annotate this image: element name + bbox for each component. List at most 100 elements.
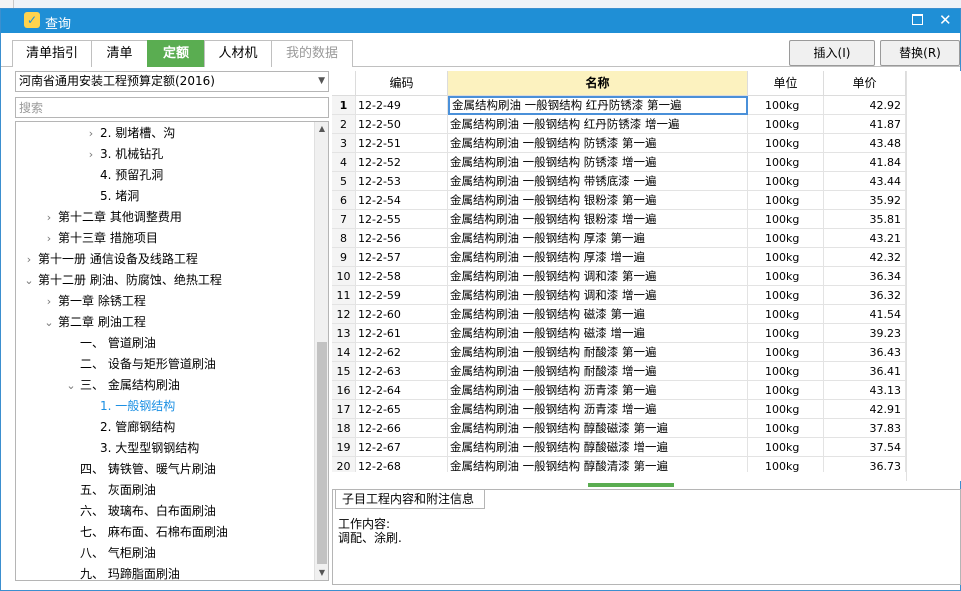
table-row[interactable]: 4 12-2-52 金属结构刷油 一般钢结构 防锈漆 增一遍 100kg 41.84 — [332, 153, 906, 172]
cell-unit[interactable]: 100kg — [748, 172, 824, 191]
chevron-down-icon[interactable]: ▼ — [318, 72, 325, 91]
cell-name[interactable]: 金属结构刷油 一般钢结构 醇酸磁漆 第一遍 — [448, 419, 748, 438]
cell-code[interactable]: 12-2-53 — [356, 172, 448, 191]
scroll-thumb[interactable] — [317, 342, 327, 564]
tree-item[interactable]: › 3. 机械钻孔 — [16, 144, 312, 165]
cell-code[interactable]: 12-2-51 — [356, 134, 448, 153]
cell-unit[interactable]: 100kg — [748, 267, 824, 286]
row-number[interactable]: 1 — [332, 96, 356, 115]
row-number[interactable]: 8 — [332, 229, 356, 248]
table-row[interactable]: 10 12-2-58 金属结构刷油 一般钢结构 调和漆 第一遍 100kg 36.34 — [332, 267, 906, 286]
cell-name[interactable]: 金属结构刷油 一般钢结构 防锈漆 第一遍 — [448, 134, 748, 153]
row-number[interactable]: 18 — [332, 419, 356, 438]
tab-my-data[interactable]: 我的数据 — [271, 40, 353, 67]
cell-name[interactable]: 金属结构刷油 一般钢结构 沥青漆 增一遍 — [448, 400, 748, 419]
cell-price[interactable]: 39.23 — [824, 324, 906, 343]
row-number[interactable]: 10 — [332, 267, 356, 286]
cell-name[interactable]: 金属结构刷油 一般钢结构 厚漆 增一遍 — [448, 248, 748, 267]
cell-price[interactable]: 35.81 — [824, 210, 906, 229]
close-icon[interactable]: ✕ — [939, 10, 952, 30]
table-row[interactable]: 13 12-2-61 金属结构刷油 一般钢结构 磁漆 增一遍 100kg 39.23 — [332, 324, 906, 343]
cell-price[interactable]: 36.34 — [824, 267, 906, 286]
cell-code[interactable]: 12-2-62 — [356, 343, 448, 362]
table-row[interactable]: 1 12-2-49 金属结构刷油 一般钢结构 红丹防锈漆 第一遍 100kg 42.92 — [332, 96, 906, 115]
cell-price[interactable]: 36.43 — [824, 343, 906, 362]
row-number[interactable]: 3 — [332, 134, 356, 153]
cell-unit[interactable]: 100kg — [748, 400, 824, 419]
cell-price[interactable]: 36.73 — [824, 457, 906, 472]
cell-price[interactable]: 41.54 — [824, 305, 906, 324]
cell-name[interactable]: 金属结构刷油 一般钢结构 红丹防锈漆 增一遍 — [448, 115, 748, 134]
tab-bill-guide[interactable]: 清单指引 — [12, 40, 92, 67]
tree-item[interactable]: › 第十三章 措施项目 — [16, 228, 312, 249]
cell-unit[interactable]: 100kg — [748, 286, 824, 305]
table-row[interactable]: 15 12-2-63 金属结构刷油 一般钢结构 耐酸漆 增一遍 100kg 36.41 — [332, 362, 906, 381]
chevron-right-icon[interactable]: › — [86, 144, 96, 165]
tab-labor-material-machine[interactable]: 人材机 — [204, 40, 272, 67]
cell-unit[interactable]: 100kg — [748, 305, 824, 324]
cell-code[interactable]: 12-2-68 — [356, 457, 448, 472]
tree-scrollbar[interactable]: ▲ ▼ — [314, 122, 328, 580]
table-row[interactable]: 20 12-2-68 金属结构刷油 一般钢结构 醇酸清漆 第一遍 100kg 36.73 — [332, 457, 906, 472]
tree-item[interactable]: 五、 灰面刷油 — [16, 480, 312, 501]
row-number[interactable]: 14 — [332, 343, 356, 362]
cell-code[interactable]: 12-2-50 — [356, 115, 448, 134]
cell-code[interactable]: 12-2-64 — [356, 381, 448, 400]
row-number[interactable]: 15 — [332, 362, 356, 381]
table-row[interactable]: 9 12-2-57 金属结构刷油 一般钢结构 厚漆 增一遍 100kg 42.32 — [332, 248, 906, 267]
cell-code[interactable]: 12-2-54 — [356, 191, 448, 210]
cell-name[interactable]: 金属结构刷油 一般钢结构 耐酸漆 增一遍 — [448, 362, 748, 381]
table-row[interactable]: 18 12-2-66 金属结构刷油 一般钢结构 醇酸磁漆 第一遍 100kg 37.83 — [332, 419, 906, 438]
search-input[interactable] — [15, 97, 329, 118]
row-number[interactable]: 11 — [332, 286, 356, 305]
cell-name[interactable]: 金属结构刷油 一般钢结构 厚漆 第一遍 — [448, 229, 748, 248]
cell-price[interactable]: 42.91 — [824, 400, 906, 419]
cell-code[interactable]: 12-2-67 — [356, 438, 448, 457]
tree-item[interactable]: › 第十二章 其他调整费用 — [16, 207, 312, 228]
tree-item[interactable]: 七、 麻布面、石棉布面刷油 — [16, 522, 312, 543]
cell-code[interactable]: 12-2-65 — [356, 400, 448, 419]
table-row[interactable]: 14 12-2-62 金属结构刷油 一般钢结构 耐酸漆 第一遍 100kg 36.43 — [332, 343, 906, 362]
cell-unit[interactable]: 100kg — [748, 381, 824, 400]
table-row[interactable]: 8 12-2-56 金属结构刷油 一般钢结构 厚漆 第一遍 100kg 43.21 — [332, 229, 906, 248]
tree-item[interactable]: › 2. 剔堵槽、沟 — [16, 123, 312, 144]
cell-code[interactable]: 12-2-63 — [356, 362, 448, 381]
cell-code[interactable]: 12-2-56 — [356, 229, 448, 248]
cell-code[interactable]: 12-2-58 — [356, 267, 448, 286]
cell-code[interactable]: 12-2-55 — [356, 210, 448, 229]
tree-item[interactable]: 1. 一般钢结构 — [16, 396, 312, 417]
cell-price[interactable]: 37.54 — [824, 438, 906, 457]
cell-price[interactable]: 43.48 — [824, 134, 906, 153]
row-number[interactable]: 7 — [332, 210, 356, 229]
cell-price[interactable]: 42.92 — [824, 96, 906, 115]
table-row[interactable]: 6 12-2-54 金属结构刷油 一般钢结构 银粉漆 第一遍 100kg 35.92 — [332, 191, 906, 210]
table-row[interactable]: 19 12-2-67 金属结构刷油 一般钢结构 醇酸磁漆 增一遍 100kg 37.54 — [332, 438, 906, 457]
chevron-down-icon[interactable]: ⌄ — [44, 312, 54, 333]
row-number[interactable]: 19 — [332, 438, 356, 457]
row-number[interactable]: 17 — [332, 400, 356, 419]
cell-price[interactable]: 37.83 — [824, 419, 906, 438]
tree-item[interactable]: 5. 堵洞 — [16, 186, 312, 207]
cell-code[interactable]: 12-2-52 — [356, 153, 448, 172]
tree-item[interactable]: 4. 预留孔洞 — [16, 165, 312, 186]
tree-item[interactable]: ⌄ 第二章 刷油工程 — [16, 312, 312, 333]
header-unit[interactable]: 单位 — [748, 71, 824, 96]
table-row[interactable]: 7 12-2-55 金属结构刷油 一般钢结构 银粉漆 增一遍 100kg 35.81 — [332, 210, 906, 229]
cell-unit[interactable]: 100kg — [748, 229, 824, 248]
cell-name[interactable]: 金属结构刷油 一般钢结构 耐酸漆 第一遍 — [448, 343, 748, 362]
scroll-up-icon[interactable]: ▲ — [315, 122, 328, 136]
title-bar[interactable]: ✓ 查询 ✕ — [1, 9, 960, 33]
cell-price[interactable]: 36.32 — [824, 286, 906, 305]
cell-code[interactable]: 12-2-61 — [356, 324, 448, 343]
cell-price[interactable]: 36.41 — [824, 362, 906, 381]
cell-unit[interactable]: 100kg — [748, 191, 824, 210]
chevron-right-icon[interactable]: › — [24, 249, 34, 270]
tree-item[interactable]: ⌄ 第十二册 刷油、防腐蚀、绝热工程 — [16, 270, 312, 291]
row-number[interactable]: 5 — [332, 172, 356, 191]
cell-price[interactable]: 35.92 — [824, 191, 906, 210]
cell-name[interactable]: 金属结构刷油 一般钢结构 红丹防锈漆 第一遍 — [448, 96, 748, 115]
cell-code[interactable]: 12-2-59 — [356, 286, 448, 305]
cell-unit[interactable]: 100kg — [748, 324, 824, 343]
row-number[interactable]: 12 — [332, 305, 356, 324]
cell-price[interactable]: 43.21 — [824, 229, 906, 248]
